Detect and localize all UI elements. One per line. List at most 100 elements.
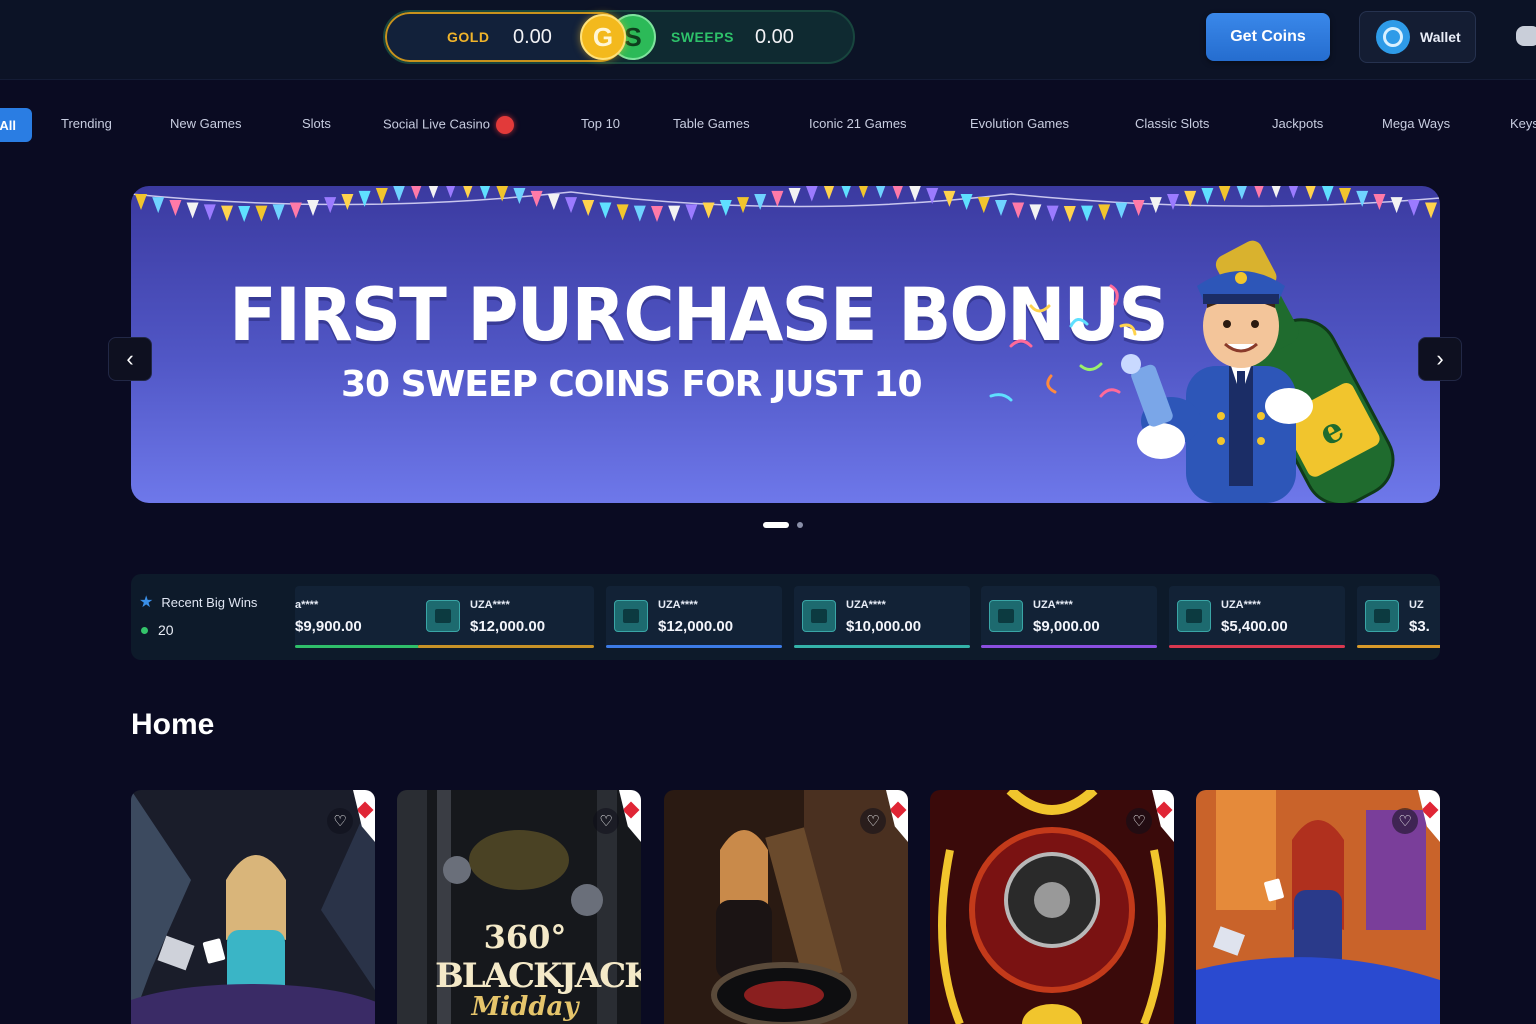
banner-subtitle: 30 SWEEP COINS FOR JUST 10 (341, 364, 923, 405)
banner-prev-button[interactable]: ‹ (108, 337, 152, 381)
win-color-bar (606, 645, 782, 648)
bunting-flag (909, 186, 921, 202)
win-username: UZA**** (470, 599, 510, 611)
tab-jackpots[interactable]: Jackpots (1272, 116, 1323, 131)
bunting-flag (530, 190, 543, 207)
tab-classic-slots[interactable]: Classic Slots (1135, 116, 1209, 131)
bunting-flag (788, 188, 801, 204)
bunting-flag (1305, 186, 1316, 200)
chat-icon[interactable] (1516, 26, 1536, 46)
tab-top-10[interactable]: Top 10 (581, 116, 620, 131)
top-bar: GOLD 0.00 SWEEPS 0.00 S G Get Coins Wall… (0, 0, 1536, 80)
win-card[interactable]: UZA**** $12,000.00 (606, 586, 782, 648)
win-amount: $12,000.00 (658, 618, 734, 635)
tab-trending[interactable]: Trending (61, 116, 112, 131)
tab-table-games[interactable]: Table Games (673, 116, 750, 131)
wallet-icon (1376, 20, 1410, 54)
tab-new-games[interactable]: New Games (170, 116, 242, 131)
bunting-flag (754, 194, 767, 210)
win-card[interactable]: UZ $3. (1357, 586, 1440, 648)
tab-keys[interactable]: Keys (1510, 116, 1536, 131)
bunting-flag (565, 197, 577, 214)
tab-iconic-21-games[interactable]: Iconic 21 Games (809, 116, 907, 131)
get-coins-button[interactable]: Get Coins (1206, 13, 1330, 61)
bunting-flag (152, 197, 165, 214)
bunting-flag (960, 194, 973, 210)
bunting-flag (341, 194, 354, 210)
bunting-flag (221, 205, 233, 222)
wallet-label: Wallet (1420, 29, 1461, 45)
wallet-button[interactable]: Wallet (1359, 11, 1476, 63)
bunting-flag (616, 204, 629, 221)
bunting-flag (875, 186, 886, 199)
gold-label: GOLD (447, 29, 490, 45)
bunting-flag (479, 186, 491, 200)
recent-big-wins: ★ Recent Big Wins 20 a**** $9,900.00 UZA**… (131, 574, 1440, 660)
bunting-flag (375, 188, 388, 204)
banner-next-button[interactable]: › (1418, 337, 1462, 381)
game-thumbnail-icon (426, 600, 460, 632)
mascot-with-champagne-image: e (989, 240, 1395, 503)
game-thumbnail-icon (1177, 600, 1211, 632)
favorite-heart-icon[interactable]: ♡ (1392, 808, 1418, 834)
gold-coin-icon[interactable]: G (580, 14, 626, 60)
wins-title-label: Recent Big Wins (161, 594, 258, 610)
bunting-flag (1132, 200, 1145, 216)
game-title-art: 360° BLACKJACK Midday (435, 918, 641, 1022)
favorite-heart-icon[interactable]: ♡ (860, 808, 886, 834)
bunting-flag (307, 200, 319, 216)
win-username: UZA**** (1221, 599, 1261, 611)
game-thumbnail-icon (614, 600, 648, 632)
win-card[interactable]: UZA**** $9,000.00 (981, 586, 1157, 648)
win-amount: $10,000.00 (846, 618, 922, 635)
win-username: a**** (295, 599, 319, 611)
tab-social-live-casino[interactable]: Social Live Casino (383, 116, 514, 134)
tab-all[interactable]: All (0, 108, 32, 142)
tab-evolution-games[interactable]: Evolution Games (970, 116, 1069, 131)
win-card[interactable]: UZA**** $5,400.00 (1169, 586, 1345, 648)
bunting-flag (841, 186, 851, 199)
win-username: UZA**** (1033, 599, 1073, 611)
tab-slots[interactable]: Slots (302, 116, 331, 131)
bunting-flag (977, 197, 990, 214)
bunting-flag (1271, 186, 1281, 198)
bunting-flag (685, 204, 698, 221)
favorite-heart-icon[interactable]: ♡ (1126, 808, 1152, 834)
bunting-flag (135, 194, 147, 210)
sweeps-value: 0.00 (755, 26, 794, 48)
bunting-flag (238, 206, 251, 222)
promo-banner[interactable]: FIRST PURCHASE BONUS 30 SWEEP COINS FOR … (131, 186, 1440, 503)
game-card[interactable]: ♡ (930, 790, 1174, 1024)
favorite-heart-icon[interactable]: ♡ (327, 808, 353, 834)
game-card[interactable]: ♡ (131, 790, 375, 1024)
bunting-flag (428, 186, 439, 199)
bunting-flag (823, 186, 835, 200)
win-amount: $5,400.00 (1221, 618, 1288, 635)
bunting-flag (582, 200, 595, 216)
bunting-flag (1218, 186, 1231, 202)
bunting-flag (1254, 186, 1264, 199)
tab-mega-ways[interactable]: Mega Ways (1382, 116, 1450, 131)
live-indicator-icon (495, 116, 514, 134)
win-username: UZ (1409, 599, 1424, 611)
win-username: UZA**** (846, 599, 886, 611)
sweeps-label: SWEEPS (671, 29, 734, 45)
bunting-flag (599, 202, 612, 219)
game-thumbnail-icon (989, 600, 1023, 632)
favorite-heart-icon[interactable]: ♡ (593, 808, 619, 834)
carousel-dot[interactable] (797, 522, 803, 528)
win-color-bar (794, 645, 970, 648)
win-card[interactable]: UZA**** $10,000.00 (794, 586, 970, 648)
carousel-dot-active[interactable] (763, 522, 789, 528)
win-color-bar (981, 645, 1157, 648)
bunting-flag (463, 186, 473, 199)
bunting-flag (1201, 188, 1214, 204)
bunting-flag (1356, 190, 1369, 207)
game-card[interactable]: ♡ (664, 790, 908, 1024)
game-card[interactable]: 360° BLACKJACK Midday ♡ (397, 790, 641, 1024)
win-amount: $12,000.00 (470, 618, 546, 635)
bunting-flag (1167, 194, 1179, 210)
bunting-flag (633, 205, 646, 222)
game-card[interactable]: ♡ (1196, 790, 1440, 1024)
win-card[interactable]: UZA**** $12,000.00 (418, 586, 594, 648)
